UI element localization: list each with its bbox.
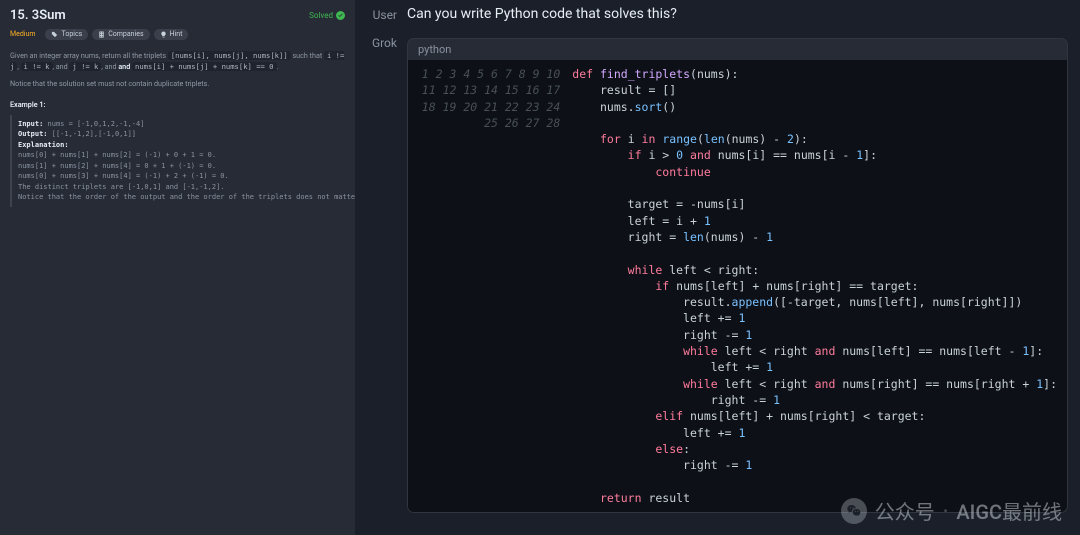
code-language-label: python [407, 38, 1068, 60]
hint-label: Hint [170, 31, 183, 38]
code-block[interactable]: 1 2 3 4 5 6 7 8 9 10 11 12 13 14 15 16 1… [407, 60, 1068, 513]
companies-chip[interactable]: Companies [92, 29, 149, 40]
difficulty-chip: Medium [10, 29, 41, 40]
example-title: Example 1: [10, 99, 345, 110]
solved-badge: Solved [309, 11, 345, 20]
building-icon [98, 31, 105, 38]
example-block: Input: nums = [-1,0,1,2,-1,-4] Output: [… [10, 115, 345, 207]
line-number-gutter: 1 2 3 4 5 6 7 8 9 10 11 12 13 14 15 16 1… [408, 60, 568, 512]
problem-panel: 15. 3Sum Solved Medium Topics Companies … [0, 0, 355, 535]
code-content: def find_triplets(nums): result = [] num… [568, 60, 1067, 512]
lightbulb-icon [160, 31, 167, 38]
problem-notice: Notice that the solution set must not co… [10, 79, 209, 88]
chat-panel: User Can you write Python code that solv… [355, 0, 1080, 535]
hint-chip[interactable]: Hint [154, 29, 189, 40]
assistant-message-row: Grok python 1 2 3 4 5 6 7 8 9 10 11 12 1… [355, 28, 1080, 519]
solved-label: Solved [309, 11, 333, 20]
tag-icon [51, 31, 58, 38]
user-message-row: User Can you write Python code that solv… [355, 0, 1080, 28]
companies-label: Companies [108, 31, 143, 38]
topics-chip[interactable]: Topics [45, 29, 88, 40]
code-answer: python 1 2 3 4 5 6 7 8 9 10 11 12 13 14 … [407, 38, 1068, 513]
topics-label: Topics [61, 31, 82, 38]
user-message-text: Can you write Python code that solves th… [407, 6, 1068, 22]
check-circle-icon [336, 11, 345, 20]
assistant-role-label: Grok [367, 34, 397, 513]
user-role-label: User [367, 6, 397, 22]
problem-title: 15. 3Sum [10, 8, 66, 23]
problem-description: Given an integer array nums, return all … [10, 50, 345, 207]
